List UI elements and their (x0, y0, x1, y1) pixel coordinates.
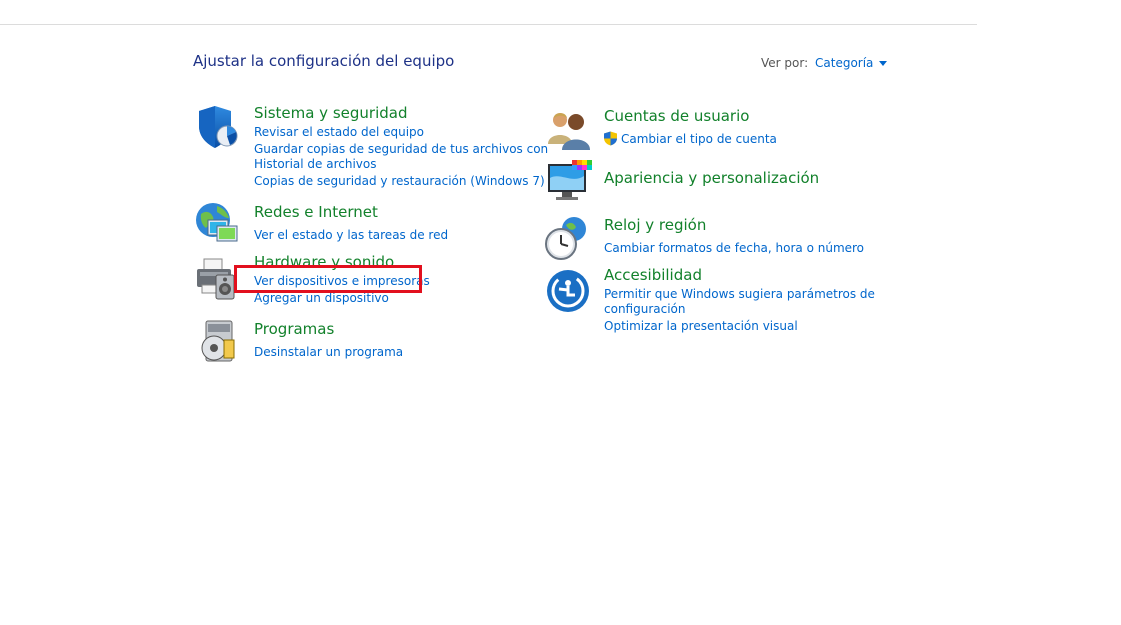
clock-globe-icon[interactable] (544, 215, 590, 261)
category-title-security[interactable]: Sistema y seguridad (254, 104, 407, 122)
users-icon[interactable] (546, 106, 592, 152)
category-title-network[interactable]: Redes e Internet (254, 203, 378, 221)
category-title-clock-region[interactable]: Reloj y región (604, 216, 706, 234)
link-change-account-type[interactable]: Cambiar el tipo de cuenta (621, 132, 777, 146)
link-add-device[interactable]: Agregar un dispositivo (254, 291, 389, 305)
page-title: Ajustar la configuración del equipo (193, 52, 455, 70)
link-file-history[interactable]: Historial de archivos (254, 157, 377, 171)
link-change-formats[interactable]: Cambiar formatos de fecha, hora o número (604, 241, 864, 255)
link-backup-restore[interactable]: Copias de seguridad y restauración (Wind… (254, 174, 545, 188)
category-title-accessibility[interactable]: Accesibilidad (604, 266, 702, 284)
link-windows-suggest[interactable]: Permitir que Windows sugiera parámetros … (604, 287, 875, 301)
shield-icon[interactable] (194, 104, 240, 150)
link-devices-printers[interactable]: Ver dispositivos e impresoras (254, 274, 430, 288)
chevron-down-icon (879, 61, 888, 66)
category-title-hardware[interactable]: Hardware y sonido (254, 253, 394, 271)
monitor-palette-icon[interactable] (546, 158, 592, 204)
top-divider (0, 24, 977, 25)
uac-shield-icon (603, 131, 618, 146)
link-network-status[interactable]: Ver el estado y las tareas de red (254, 228, 448, 242)
link-optimize-visual[interactable]: Optimizar la presentación visual (604, 319, 798, 333)
link-windows-suggest-cont[interactable]: configuración (604, 302, 686, 316)
view-by-dropdown[interactable]: Categoría (815, 56, 888, 70)
view-by-value: Categoría (815, 56, 874, 70)
link-backup-copies[interactable]: Guardar copias de seguridad de tus archi… (254, 142, 548, 156)
view-by-label: Ver por: (761, 56, 809, 70)
link-check-status[interactable]: Revisar el estado del equipo (254, 125, 424, 139)
programs-disc-icon[interactable] (196, 318, 242, 364)
printer-speaker-icon[interactable] (194, 255, 240, 301)
link-uninstall-program[interactable]: Desinstalar un programa (254, 345, 403, 359)
network-globe-icon[interactable] (193, 200, 239, 246)
category-title-appearance[interactable]: Apariencia y personalización (604, 169, 819, 187)
category-title-accounts[interactable]: Cuentas de usuario (604, 107, 749, 125)
category-title-programs[interactable]: Programas (254, 320, 334, 338)
accessibility-icon[interactable] (546, 269, 592, 315)
